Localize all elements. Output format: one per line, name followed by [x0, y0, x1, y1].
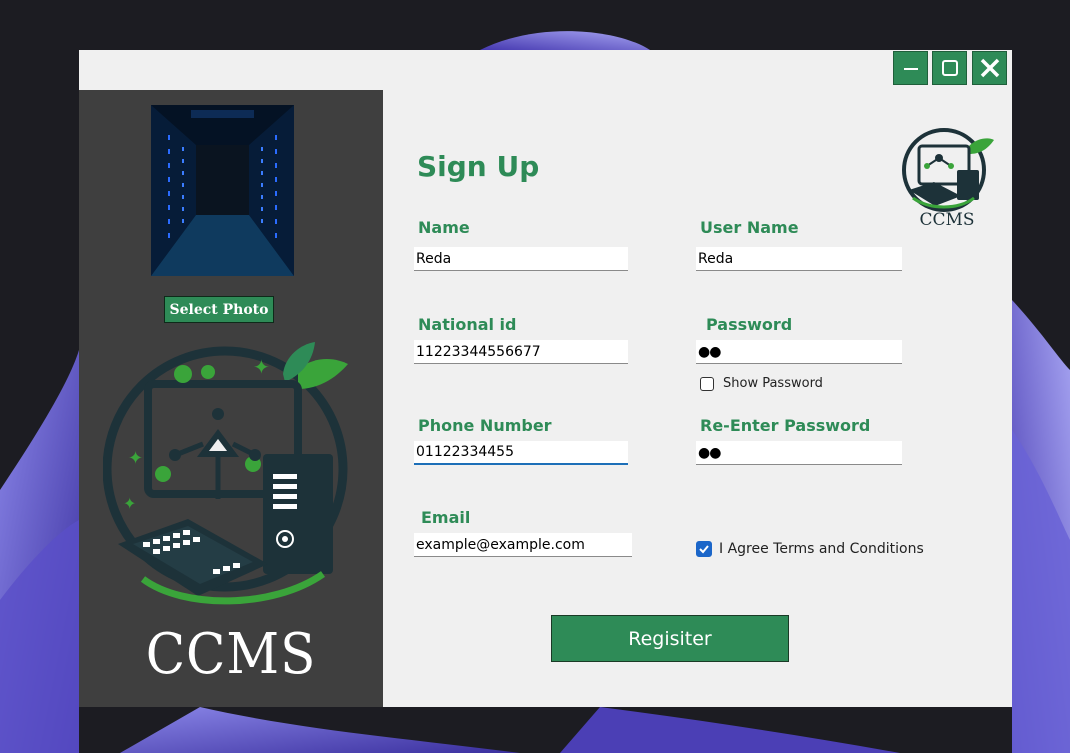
maximize-button[interactable]: [932, 51, 967, 85]
register-button[interactable]: Regisiter: [551, 615, 789, 662]
reenter-password-label: Re-Enter Password: [700, 416, 871, 435]
svg-text:✦: ✦: [128, 448, 143, 469]
show-password-label: Show Password: [723, 376, 823, 391]
email-field[interactable]: [414, 533, 632, 557]
ccms-small-logo-icon: [902, 128, 994, 212]
svg-text:✦: ✦: [253, 355, 270, 379]
password-label: Password: [706, 315, 793, 334]
phone-field[interactable]: [414, 441, 628, 465]
name-field[interactable]: [414, 247, 628, 271]
agree-terms-checkbox[interactable]: [696, 541, 712, 557]
reenter-password-field[interactable]: [696, 441, 902, 465]
svg-text:✦: ✦: [123, 494, 136, 513]
national-id-label: National id: [418, 315, 517, 334]
email-label: Email: [421, 508, 471, 527]
maximize-icon: [941, 60, 958, 76]
ccms-logo-icon: ✦ ✦ ✦: [103, 342, 348, 605]
minimize-button[interactable]: [893, 51, 928, 85]
name-label: Name: [418, 218, 470, 237]
checkmark-icon: [699, 545, 709, 554]
form-brand: CCMS: [919, 210, 975, 230]
select-photo-button[interactable]: Select Photo: [164, 296, 274, 323]
password-field[interactable]: [696, 340, 902, 364]
username-label: User Name: [700, 218, 799, 237]
username-field[interactable]: [696, 247, 902, 271]
page-title: Sign Up: [417, 150, 540, 183]
profile-photo: [151, 105, 294, 276]
agree-terms-label: I Agree Terms and Conditions: [719, 541, 924, 557]
close-icon: [980, 58, 999, 78]
close-button[interactable]: [972, 51, 1007, 85]
phone-label: Phone Number: [418, 416, 552, 435]
minimize-icon: [903, 68, 918, 70]
signup-window: Select Photo ✦ ✦ ✦ CCMS Sign Up CCMS Nam…: [79, 50, 1012, 707]
national-id-field[interactable]: [414, 340, 628, 364]
sidebar-brand: CCMS: [145, 622, 317, 687]
sidebar: Select Photo ✦ ✦ ✦ CCMS: [79, 90, 383, 707]
show-password-checkbox[interactable]: [700, 377, 714, 391]
